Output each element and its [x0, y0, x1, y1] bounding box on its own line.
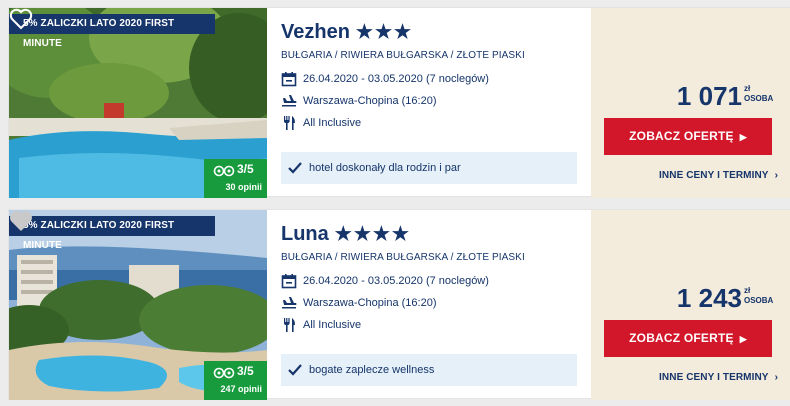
price-box: 1 071 zł OSOBA ZOBACZ OFERTĘ ▶ INNE CENY …	[591, 8, 790, 198]
tripadvisor-badge[interactable]: 3/5 247 opinii	[204, 361, 267, 400]
price-box: 1 243 zł OSOBA ZOBACZ OFERTĘ ▶ INNE CENY …	[591, 210, 790, 400]
other-prices-link[interactable]: INNE CENY I TERMINY ›	[659, 372, 778, 383]
highlight-text: bogate zaplecze wellness	[309, 364, 435, 376]
hotel-photo[interactable]: 5% ZALICZKI LATO 2020 FIRST MINUTE 3/5 3…	[9, 8, 267, 198]
hotel-stars: ★★★	[355, 22, 414, 43]
tripadvisor-owl-icon	[213, 367, 235, 379]
tripadvisor-score: 3/5	[237, 162, 254, 176]
offer-list: 5% ZALICZKI LATO 2020 FIRST MINUTE 3/5 3…	[0, 0, 790, 406]
offer-info: Vezhen ★★★ BUŁGARIA / RIWIERA BUŁGARSKA /…	[281, 8, 591, 198]
board-type: All Inclusive	[303, 319, 362, 331]
chevron-right-icon: ›	[774, 170, 778, 181]
see-offer-label: ZOBACZ OFERTĘ	[629, 129, 734, 143]
other-prices-link[interactable]: INNE CENY I TERMINY ›	[659, 170, 778, 181]
caret-right-icon: ▶	[739, 334, 747, 344]
tripadvisor-reviews: 30 opinii	[225, 182, 262, 192]
promo-label: 5% ZALICZKI LATO 2020 FIRST MINUTE	[9, 216, 215, 251]
highlight-box: hotel doskonały dla rodzin i par	[281, 152, 577, 184]
calendar-icon	[281, 72, 297, 87]
tripadvisor-owl-icon	[213, 165, 235, 177]
hotel-stars: ★★★★	[334, 224, 411, 245]
plane-icon	[282, 95, 297, 107]
price-unit: zł OSOBA	[744, 286, 773, 306]
hotel-name[interactable]: Vezhen	[281, 21, 350, 43]
hotel-photo[interactable]: 5% ZALICZKI LATO 2020 FIRST MINUTE 3/5 2…	[9, 210, 267, 400]
tripadvisor-reviews: 247 opinii	[220, 384, 262, 394]
price-currency: zł	[744, 84, 751, 93]
offer-card[interactable]: 5% ZALICZKI LATO 2020 FIRST MINUTE 3/5 2…	[8, 209, 790, 400]
hotel-location: BUŁGARIA / RIWIERA BUŁGARSKA / ZŁOTE PIA…	[281, 50, 525, 61]
hotel-name-row: Vezhen ★★★	[281, 21, 413, 44]
heart-icon[interactable]	[9, 210, 33, 232]
hotel-name-row: Luna ★★★★	[281, 223, 411, 246]
price-unit: zł OSOBA	[744, 84, 773, 104]
heart-icon[interactable]	[9, 8, 33, 30]
price-per: OSOBA	[744, 296, 774, 305]
chevron-right-icon: ›	[774, 372, 778, 383]
other-prices-label: INNE CENY I TERMINY	[659, 170, 769, 181]
promo-label: 5% ZALICZKI LATO 2020 FIRST MINUTE	[9, 14, 215, 49]
travel-dates: 26.04.2020 - 03.05.2020 (7 noclegów)	[303, 73, 489, 85]
price-currency: zł	[744, 286, 751, 295]
tripadvisor-score: 3/5	[237, 364, 254, 378]
cutlery-icon	[284, 116, 295, 130]
tripadvisor-badge[interactable]: 3/5 30 opinii	[204, 159, 267, 198]
cutlery-icon	[284, 318, 295, 332]
checkmark-icon	[288, 364, 302, 376]
price-amount: 1 071	[676, 81, 742, 111]
departure-airport: Warszawa-Chopina (16:20)	[303, 95, 437, 107]
checkmark-icon	[288, 162, 302, 174]
hotel-location: BUŁGARIA / RIWIERA BUŁGARSKA / ZŁOTE PIA…	[281, 252, 525, 263]
hotel-name[interactable]: Luna	[281, 223, 329, 245]
caret-right-icon: ▶	[739, 132, 747, 142]
travel-dates: 26.04.2020 - 03.05.2020 (7 noclegów)	[303, 275, 489, 287]
departure-airport: Warszawa-Chopina (16:20)	[303, 297, 437, 309]
highlight-box: bogate zaplecze wellness	[281, 354, 577, 386]
price-per: OSOBA	[744, 94, 774, 103]
offer-info: Luna ★★★★ BUŁGARIA / RIWIERA BUŁGARSKA / …	[281, 210, 591, 400]
calendar-icon	[281, 274, 297, 289]
see-offer-button[interactable]: ZOBACZ OFERTĘ ▶	[604, 118, 772, 155]
other-prices-label: INNE CENY I TERMINY	[659, 372, 769, 383]
plane-icon	[282, 297, 297, 309]
see-offer-button[interactable]: ZOBACZ OFERTĘ ▶	[604, 320, 772, 357]
see-offer-label: ZOBACZ OFERTĘ	[629, 331, 734, 345]
highlight-text: hotel doskonały dla rodzin i par	[309, 162, 461, 174]
price-amount: 1 243	[676, 283, 742, 313]
board-type: All Inclusive	[303, 117, 362, 129]
offer-card[interactable]: 5% ZALICZKI LATO 2020 FIRST MINUTE 3/5 3…	[8, 7, 790, 198]
